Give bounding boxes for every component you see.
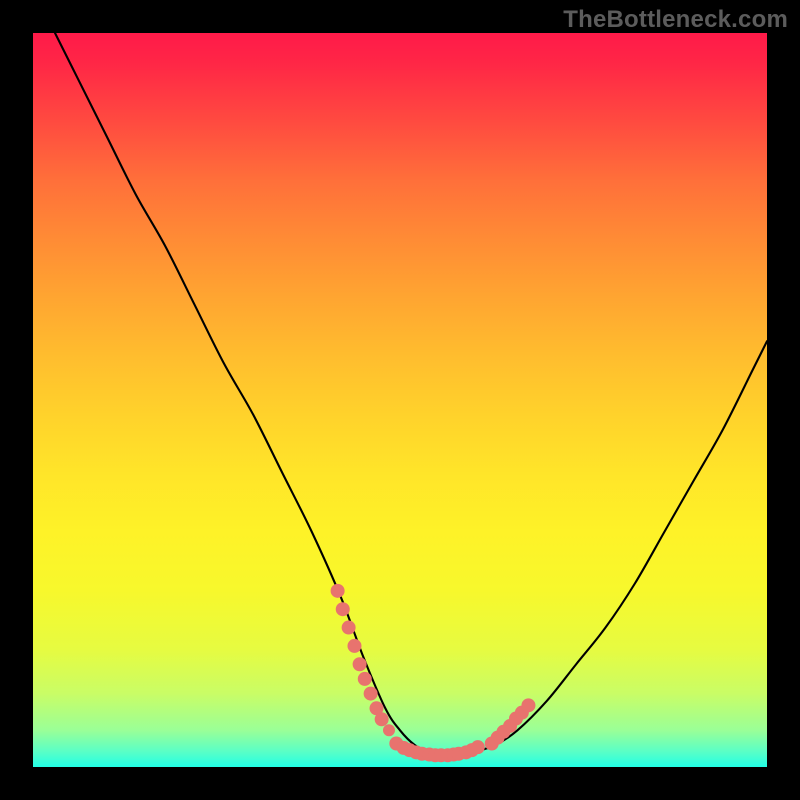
- data-dot: [375, 712, 389, 726]
- data-dot: [358, 672, 372, 686]
- data-dots: [331, 584, 536, 762]
- data-dot: [521, 698, 535, 712]
- data-dot: [336, 602, 350, 616]
- chart-overlay: [33, 33, 767, 767]
- data-dot: [331, 584, 345, 598]
- data-dot: [383, 724, 395, 736]
- data-dot: [364, 687, 378, 701]
- watermark-text: TheBottleneck.com: [563, 6, 788, 34]
- data-dot: [342, 621, 356, 635]
- data-dot: [353, 657, 367, 671]
- data-dot: [347, 639, 361, 653]
- gradient-plot-area: [33, 33, 767, 767]
- main-curve: [55, 33, 767, 756]
- data-dot: [471, 740, 485, 754]
